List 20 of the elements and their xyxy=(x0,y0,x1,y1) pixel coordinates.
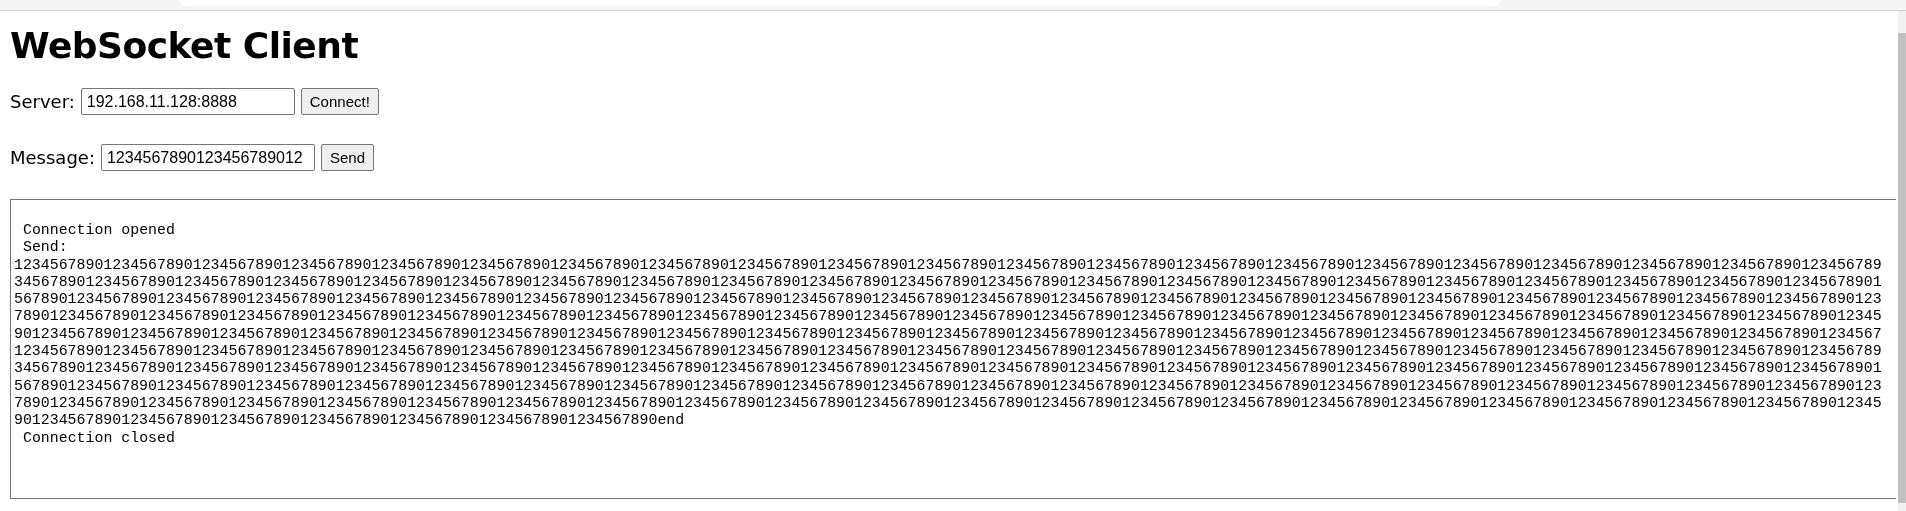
connect-button[interactable]: Connect! xyxy=(300,88,379,115)
server-input[interactable]: 192.168.11.128:8888 xyxy=(80,88,295,115)
log-line: 78901234567890123456789012345678901234567890123456789012345678901234567890123456789012345678901234567890123456789012345678901234567890123456789012345678901234567890123456789012345678901234567890123456789012345 xyxy=(14,394,1882,413)
log-line: Send: xyxy=(22,239,68,257)
log-line: 34567890123456789012345678901234567890123456789012345678901234567890123456789012345678901234567890123456789012345678901234567890123456789012345678901234567890123456789012345678901234567890123456789012345678901 xyxy=(14,360,1882,378)
log-line: 34567890123456789012345678901234567890123456789012345678901234567890123456789012345678901234567890123456789012345678901234567890123456789012345678901234567890123456789012345678901234567890123456789012345678901 xyxy=(14,273,1882,292)
log-line: 12345678901234567890123456789012345678901234567890123456789012345678901234567890123456789012345678901234567890123456789012345678901234567890123456789012345678901234567890123456789012345678901234567890123456789 xyxy=(14,256,1882,274)
log-line: Connection closed xyxy=(22,429,175,447)
log-line: 90123456789012345678901234567890123456789012345678901234567890123456789012345678901234567890123456789012345678901234567890123456789012345678901234567890123456789012345678901234567890123456789012345678901234567 xyxy=(14,325,1882,344)
page-title: WebSocket Client xyxy=(10,25,360,66)
send-button[interactable]: Send xyxy=(320,144,374,171)
message-input[interactable]: 1234567890123456789012 xyxy=(100,144,315,171)
log-line: Connection opened xyxy=(22,222,175,240)
log-line: 12345678901234567890123456789012345678901234567890123456789012345678901234567890123456789012345678901234567890123456789012345678901234567890123456789012345678901234567890123456789012345678901234567890123456789 xyxy=(14,343,1882,361)
message-label: Message: xyxy=(10,147,95,168)
log-line: 78901234567890123456789012345678901234567890123456789012345678901234567890123456789012345678901234567890123456789012345678901234567890123456789012345678901234567890123456789012345678901234567890123456789012345 xyxy=(14,308,1882,326)
log-line: 56789012345678901234567890123456789012345678901234567890123456789012345678901234567890123456789012345678901234567890123456789012345678901234567890123456789012345678901234567890123456789012345678901234567890123 xyxy=(14,377,1882,395)
log-line: 901234567890123456789012345678901234567890123456789012345678901234567890end xyxy=(14,412,685,430)
log-line: 56789012345678901234567890123456789012345678901234567890123456789012345678901234567890123456789012345678901234567890123456789012345678901234567890123456789012345678901234567890123456789012345678901234567890123 xyxy=(14,291,1882,309)
server-label: Server: xyxy=(10,91,75,112)
